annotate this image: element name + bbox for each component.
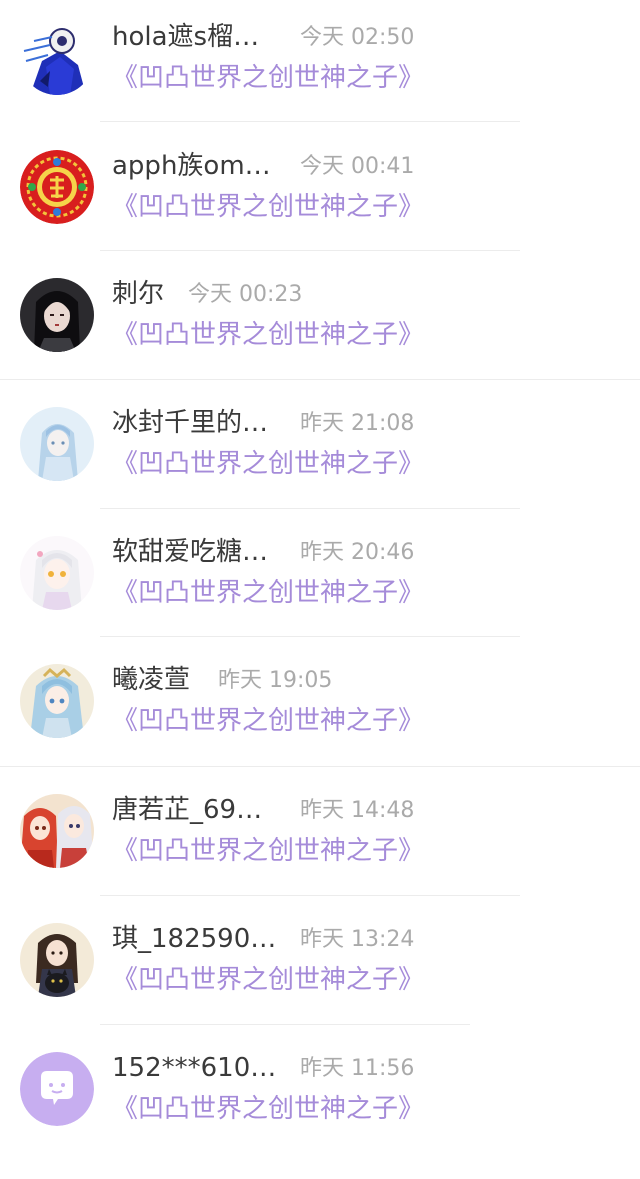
message-row[interactable]: 冰封千里的… 昨天 21:08 《凹凸世界之创世神之子》 <box>0 405 640 534</box>
message-time: 今天 00:41 <box>300 154 415 179</box>
row-divider <box>100 121 520 122</box>
sender-name[interactable]: 152***610… <box>112 1050 276 1086</box>
message-row[interactable]: 唐若芷_69… 昨天 14:48 《凹凸世界之创世神之子》 <box>0 792 640 921</box>
message-list: hola遮s榴… 今天 02:50 《凹凸世界之创世神之子》 apph族om… … <box>0 0 640 1153</box>
sender-name[interactable]: hola遮s榴… <box>112 19 259 55</box>
message-row[interactable]: 软甜爱吃糖… 昨天 20:46 《凹凸世界之创世神之子》 <box>0 534 640 663</box>
blue-hair-anime-avatar[interactable] <box>20 664 94 738</box>
white-hair-anime-avatar[interactable] <box>20 536 94 610</box>
row-divider <box>100 636 520 637</box>
work-title-link[interactable]: 《凹凸世界之创世神之子》 <box>112 189 424 225</box>
sender-name[interactable]: 唐若芷_69… <box>112 792 262 828</box>
row-divider <box>100 250 520 251</box>
pale-blue-girl-avatar[interactable] <box>20 407 94 481</box>
default-chat-bubble-avatar[interactable] <box>20 1052 94 1126</box>
work-title-link[interactable]: 《凹凸世界之创世神之子》 <box>112 1091 424 1127</box>
message-row[interactable]: 刺尔 今天 00:23 《凹凸世界之创世神之子》 <box>0 276 640 405</box>
girl-with-cat-avatar[interactable] <box>20 923 94 997</box>
sender-name[interactable]: apph族om… <box>112 148 271 184</box>
sender-name[interactable]: 琪_182590… <box>112 921 276 957</box>
work-title-link[interactable]: 《凹凸世界之创世神之子》 <box>112 60 424 96</box>
message-time: 昨天 19:05 <box>218 668 333 693</box>
work-title-link[interactable]: 《凹凸世界之创世神之子》 <box>112 833 424 869</box>
message-row[interactable]: 曦凌萱 昨天 19:05 《凹凸世界之创世神之子》 <box>0 662 640 791</box>
sender-name[interactable]: 软甜爱吃糖… <box>112 534 268 570</box>
row-divider <box>0 379 640 380</box>
message-row[interactable]: apph族om… 今天 00:41 《凹凸世界之创世神之子》 <box>0 148 640 277</box>
message-row[interactable]: hola遮s榴… 今天 02:50 《凹凸世界之创世神之子》 <box>0 19 640 148</box>
work-title-link[interactable]: 《凹凸世界之创世神之子》 <box>112 317 424 353</box>
row-divider <box>100 508 520 509</box>
message-time: 昨天 21:08 <box>300 411 415 436</box>
work-title-link[interactable]: 《凹凸世界之创世神之子》 <box>112 575 424 611</box>
work-title-link[interactable]: 《凹凸世界之创世神之子》 <box>112 703 424 739</box>
work-title-link[interactable]: 《凹凸世界之创世神之子》 <box>112 962 424 998</box>
row-divider <box>100 895 520 896</box>
work-title-link[interactable]: 《凹凸世界之创世神之子》 <box>112 446 424 482</box>
anime-hooded-avatar[interactable] <box>20 21 94 95</box>
dark-hair-girl-avatar[interactable] <box>20 278 94 352</box>
red-anime-pair-avatar[interactable] <box>20 794 94 868</box>
row-divider <box>0 766 640 767</box>
row-divider <box>100 1024 470 1025</box>
sender-name[interactable]: 刺尔 <box>112 276 164 312</box>
message-time: 昨天 11:56 <box>300 1056 415 1081</box>
message-time: 昨天 13:24 <box>300 927 415 952</box>
red-fu-character-avatar[interactable] <box>20 150 94 224</box>
message-row[interactable]: 152***610… 昨天 11:56 《凹凸世界之创世神之子》 <box>0 1050 640 1179</box>
message-row[interactable]: 琪_182590… 昨天 13:24 《凹凸世界之创世神之子》 <box>0 921 640 1050</box>
message-time: 今天 00:23 <box>188 282 303 307</box>
message-time: 昨天 20:46 <box>300 540 415 565</box>
message-time: 今天 02:50 <box>300 25 415 50</box>
sender-name[interactable]: 曦凌萱 <box>112 662 190 698</box>
message-time: 昨天 14:48 <box>300 798 415 823</box>
sender-name[interactable]: 冰封千里的… <box>112 405 268 441</box>
